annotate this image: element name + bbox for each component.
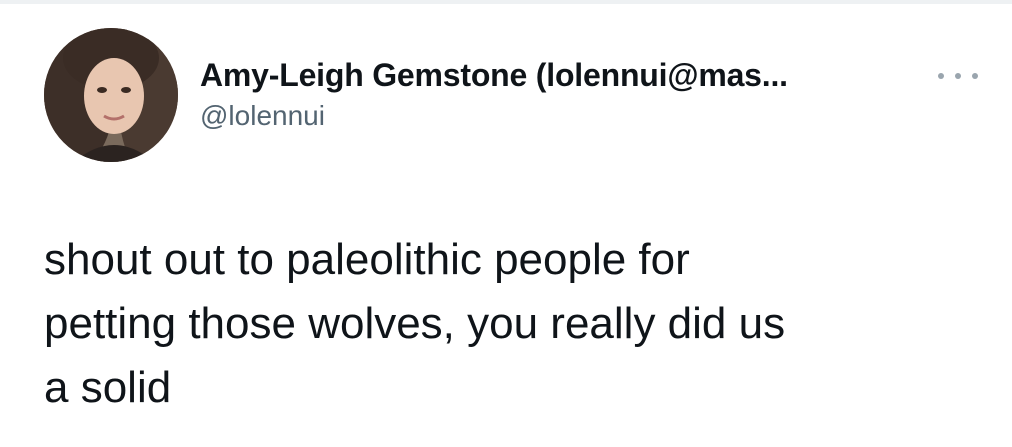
avatar[interactable] — [44, 28, 178, 162]
tweet-header: Amy-Leigh Gemstone (lolennui@mas... @lol… — [200, 56, 980, 132]
divider — [0, 0, 1012, 4]
more-dot — [955, 73, 961, 79]
more-dot — [938, 73, 944, 79]
more-dot — [972, 73, 978, 79]
tweet-text: shout out to paleolithic people for pett… — [44, 235, 786, 412]
avatar-image — [44, 28, 178, 162]
tweet-card: Amy-Leigh Gemstone (lolennui@mas... @lol… — [0, 0, 1012, 447]
more-options-icon[interactable] — [938, 64, 978, 88]
author-handle[interactable]: @lolennui — [200, 100, 980, 132]
author-display-name[interactable]: Amy-Leigh Gemstone (lolennui@mas... — [200, 56, 980, 94]
